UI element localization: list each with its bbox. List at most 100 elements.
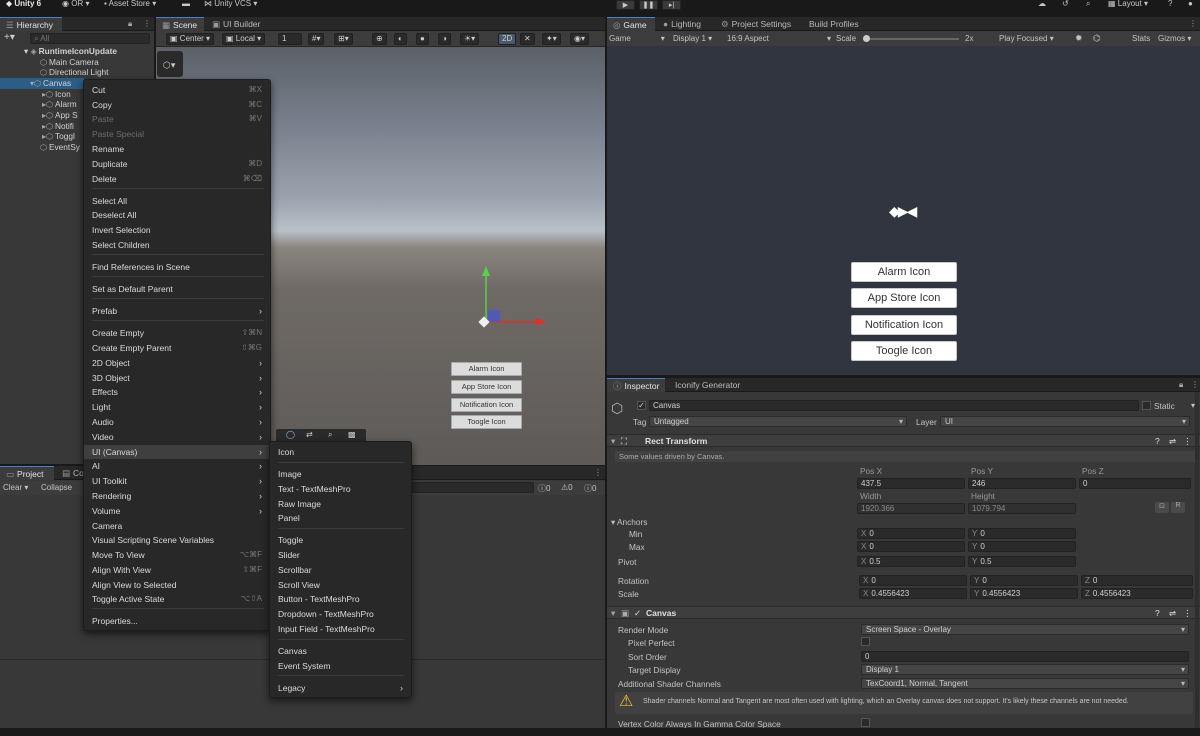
menu-item-paste[interactable]: Paste ⌘V [84,112,270,126]
mute-audio-icon[interactable]: ✹ [1075,33,1083,44]
submenu-item-dropdown-tmp[interactable]: Dropdown - TextMeshPro [270,607,411,621]
pos-y-field[interactable]: 246 [968,478,1076,489]
panel-menu-icon[interactable]: ⋮ [594,468,602,477]
scale-slider[interactable] [863,35,959,42]
pause-button[interactable]: ❚❚ [639,0,658,10]
canvas-component-header[interactable]: ▾ ▣ ✓ Canvas ? ⇌ ⋮ [607,606,1200,619]
hierarchy-scene-root[interactable]: ▾ ◈ RuntimeIconUpdate [24,46,117,57]
menu-item-align-with-view[interactable]: Align With View ⇧⌘F [84,563,270,577]
hierarchy-item-app-store[interactable]: ▸⬡ App S [42,110,78,121]
cloud-services-icon[interactable]: ☁ [1038,0,1046,9]
tab-project[interactable]: ▭ Project [0,466,54,480]
submenu-item-legacy[interactable]: Legacy › [270,681,411,695]
menu-item-align-view-to-selected[interactable]: Align View to Selected [84,578,270,592]
blueprint-button[interactable]: ⊡ [1155,502,1169,513]
orientation-overlay[interactable]: ⬡▾ [157,51,183,77]
menu-item-delete[interactable]: Delete ⌘⌫ [84,172,270,186]
submenu-item-toggle[interactable]: Toggle [270,533,411,547]
render-mode-dropdown[interactable]: Screen Space - Overlay [861,624,1189,635]
tab-project-settings[interactable]: ⚙ Project Settings [715,17,797,31]
menu-item-rendering[interactable]: Rendering › [84,489,270,503]
tab-hierarchy[interactable]: ☰ Hierarchy [0,17,62,31]
submenu-item-scroll-view[interactable]: Scroll View [270,578,411,592]
pivot-y-field[interactable]: Y 0.5 [968,556,1076,567]
submenu-item-input-field-tmp[interactable]: Input Field - TextMeshPro [270,622,411,636]
menu-item-prefab[interactable]: Prefab › [84,304,270,318]
help-icon[interactable]: ? [1155,608,1160,618]
stats-toggle[interactable]: Stats [1132,34,1150,43]
collapse-toggle[interactable]: Collapse [41,483,72,492]
pos-x-field[interactable]: 437.5 [857,478,965,489]
tab-inspector[interactable]: ⓘ Inspector [607,378,665,392]
anchor-max-y-field[interactable]: Y0 [968,541,1076,552]
rotation-x-field[interactable]: X0 [859,575,967,586]
hierarchy-item-icon[interactable]: ▸⬡ Icon [42,89,71,100]
increment-snap-button[interactable]: ⊞▾ [334,33,353,45]
menu-item-duplicate[interactable]: Duplicate ⌘D [84,157,270,171]
tab-ui-builder[interactable]: ▣ UI Builder [206,17,266,31]
audio-toggle[interactable]: ✕ [520,33,535,45]
menu-item-effects[interactable]: Effects › [84,385,270,399]
menu-item-rename[interactable]: Rename [84,142,270,156]
tab-build-profiles[interactable]: Build Profiles [803,17,865,31]
pivot-x-field[interactable]: X 0.5 [857,556,965,567]
search-icon[interactable]: ⌕ [1086,0,1090,9]
width-field[interactable]: 1920.366 [857,503,965,514]
play-button[interactable]: ▶ [616,0,635,10]
anchor-max-x-field[interactable]: X0 [857,541,965,552]
menu-item-set-default-parent[interactable]: Set as Default Parent [84,282,270,296]
menu-item-ui-canvas[interactable]: UI (Canvas) › [84,445,270,459]
vertex-color-checkbox[interactable] [861,718,870,727]
display-dropdown[interactable]: Display 1 ▾ [673,34,712,43]
menu-item-ai[interactable]: AI › [84,459,270,473]
warning-count[interactable]: ⚠0 [561,483,573,492]
submenu-item-canvas[interactable]: Canvas [270,644,411,658]
scene-toggle-button[interactable]: Toogle Icon [451,415,522,429]
panel-menu-icon[interactable]: ⋮ [1189,19,1197,28]
menu-item-video[interactable]: Video › [84,430,270,444]
transform-gizmo[interactable] [466,262,556,337]
menu-item-paste-special[interactable]: Paste Special [84,127,270,141]
layout-menu[interactable]: ▦ Layout ▾ [1108,0,1148,9]
hierarchy-item-main-camera[interactable]: ⬡ Main Camera [40,57,99,68]
asset-store-menu[interactable]: ▪ Asset Store ▾ [104,0,156,9]
height-field[interactable]: 1079.794 [968,503,1076,514]
hierarchy-search-input[interactable]: ⌕ All [30,33,150,44]
game-mode-dropdown[interactable]: Game ▾ [609,34,665,43]
zoom-tool-icon[interactable]: ⌕ [328,430,332,440]
scene-app-store-button[interactable]: App Store Icon [451,380,522,394]
grid-size-input[interactable]: 1 [278,33,302,45]
anchor-min-y-field[interactable]: Y0 [968,528,1076,539]
console-search-input[interactable] [410,482,534,493]
target-display-dropdown[interactable]: Display 1 [861,664,1189,675]
render-mode-button[interactable]: ◑ [438,33,451,45]
hierarchy-item-alarm[interactable]: ▸⬡ Alarm [42,99,77,110]
rotation-z-field[interactable]: Z0 [1081,575,1193,586]
menu-item-invert-selection[interactable]: Invert Selection [84,223,270,237]
move-tool-icon[interactable]: ◯ [286,430,295,439]
play-focused-dropdown[interactable]: Play Focused ▾ [999,34,1054,43]
rotation-y-field[interactable]: Y0 [970,575,1078,586]
game-toggle-button[interactable]: Toogle Icon [851,341,957,361]
menu-item-light[interactable]: Light › [84,400,270,414]
menu-item-visual-scripting-variables[interactable]: Visual Scripting Scene Variables [84,533,270,547]
help-icon[interactable]: ? [1155,436,1160,446]
preset-icon[interactable]: ⇌ [1169,608,1176,619]
submenu-item-text-tmp[interactable]: Text - TextMeshPro [270,482,411,496]
submenu-item-event-system[interactable]: Event System [270,659,411,673]
menu-item-volume[interactable]: Volume › [84,504,270,518]
scene-notification-button[interactable]: Notification Icon [451,398,522,412]
submenu-item-scrollbar[interactable]: Scrollbar [270,563,411,577]
error-count[interactable]: ⓘ0 [584,483,596,494]
lock-icon[interactable]: 🔒︎ [1179,380,1183,390]
layer-dropdown[interactable]: UI [940,416,1190,427]
raw-edit-button[interactable]: R [1171,502,1185,513]
scale-y-field[interactable]: Y 0.4556423 [970,588,1078,599]
menu-item-create-empty[interactable]: Create Empty ⇧⌘N [84,326,270,340]
menu-item-copy[interactable]: Copy ⌘C [84,98,270,112]
menu-item-camera[interactable]: Camera [84,519,270,533]
anchors-foldout[interactable]: ▾ Anchors [611,517,647,527]
pos-z-field[interactable]: 0 [1079,478,1191,489]
hide-toolbar-icon[interactable]: ⌬ [1093,33,1101,44]
canvas-enabled-checkbox[interactable]: ✓ [634,608,641,619]
